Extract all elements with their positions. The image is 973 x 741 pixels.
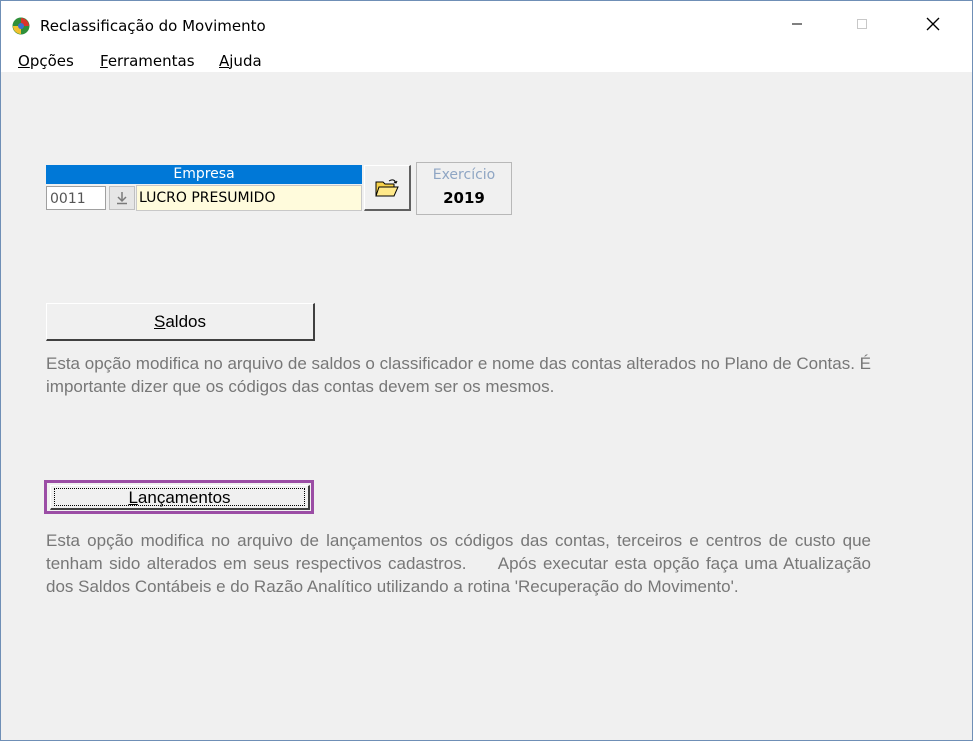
minimize-icon [792, 23, 802, 25]
focus-rectangle [54, 488, 305, 506]
saldos-button[interactable]: Saldos [46, 303, 315, 341]
menu-ajuda[interactable]: Ajuda [219, 52, 262, 70]
close-icon [926, 17, 940, 31]
empresa-code-field[interactable]: 0011 [46, 186, 106, 210]
lancamentos-description: Esta opção modifica no arquivo de lançam… [46, 531, 876, 596]
app-globe-icon [12, 17, 30, 35]
lancamentos-button[interactable]: Lançamentos [50, 485, 310, 510]
empresa-name-field[interactable]: LUCRO PRESUMIDO [136, 185, 362, 211]
exercicio-value: 2019 [443, 189, 485, 207]
exercicio-box: Exercício 2019 [416, 162, 512, 215]
empresa-header: Empresa [46, 165, 362, 184]
menu-bar: Opções Ferramentas Ajuda [1, 47, 972, 72]
open-folder-button[interactable] [364, 165, 411, 211]
main-window: Reclassificação do Movimento Opções Ferr… [0, 0, 973, 741]
download-arrow-icon [117, 192, 127, 205]
menu-opcoes[interactable]: Opções [18, 52, 74, 70]
exercicio-label: Exercício [432, 167, 496, 183]
window-title: Reclassificação do Movimento [40, 17, 266, 35]
close-button[interactable] [910, 1, 956, 47]
menu-ferramentas[interactable]: Ferramentas [100, 52, 195, 70]
maximize-button[interactable] [839, 1, 885, 47]
minimize-button[interactable] [774, 1, 820, 47]
title-bar[interactable]: Reclassificação do Movimento [1, 1, 972, 47]
empresa-lookup-button[interactable] [109, 186, 135, 210]
open-folder-icon [375, 178, 399, 196]
saldos-description: Esta opção modifica no arquivo de saldos… [46, 354, 871, 396]
maximize-icon [857, 19, 867, 29]
